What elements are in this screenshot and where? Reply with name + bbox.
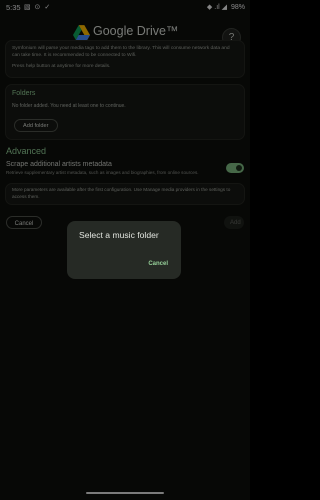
select-folder-dialog: Select a music folder Cancel [67,221,181,279]
dialog-title: Select a music folder [79,230,159,240]
dialog-cancel-button[interactable]: Cancel [148,261,168,267]
